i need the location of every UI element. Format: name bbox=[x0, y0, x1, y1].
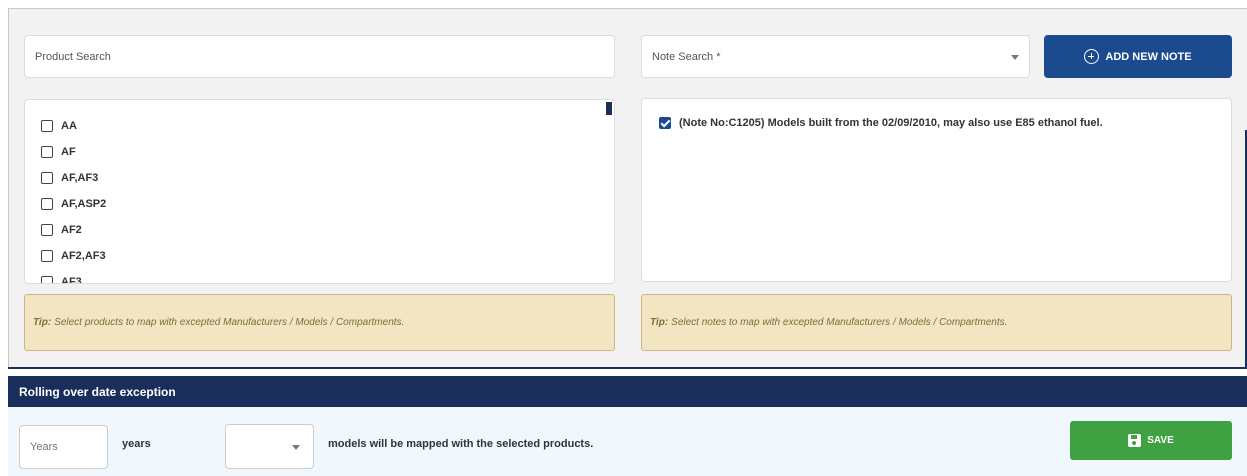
tip-text: Select products to map with excepted Man… bbox=[54, 317, 405, 328]
note-search-label: Note Search * bbox=[652, 50, 721, 63]
divider bbox=[8, 367, 1247, 369]
mapped-description: models will be mapped with the selected … bbox=[328, 438, 594, 450]
rolling-section-body bbox=[8, 407, 1247, 476]
rolling-section-header: Rolling over date exception bbox=[8, 376, 1247, 407]
checkbox[interactable] bbox=[41, 250, 53, 262]
product-label: AF2,AF3 bbox=[61, 250, 106, 262]
checkbox[interactable] bbox=[41, 120, 53, 132]
notes-list: (Note No:C1205) Models built from the 02… bbox=[641, 98, 1232, 282]
note-label: (Note No:C1205) Models built from the 02… bbox=[679, 117, 1103, 129]
tip-prefix: Tip: bbox=[650, 317, 669, 328]
years-input[interactable] bbox=[19, 425, 108, 469]
list-item[interactable]: AF,ASP2 bbox=[41, 191, 614, 217]
page: Note Search * ADD NEW NOTE AA AF AF,AF3 … bbox=[0, 0, 1247, 476]
tip-prefix: Tip: bbox=[33, 317, 52, 328]
caret-down-icon bbox=[292, 445, 300, 450]
save-label: SAVE bbox=[1147, 435, 1174, 446]
add-new-note-button[interactable]: ADD NEW NOTE bbox=[1044, 35, 1232, 78]
product-label: AF,ASP2 bbox=[61, 198, 107, 210]
model-select[interactable] bbox=[225, 424, 314, 469]
checked-checkbox[interactable] bbox=[659, 117, 671, 129]
list-item[interactable]: AF,AF3 bbox=[41, 165, 614, 191]
checkbox[interactable] bbox=[41, 276, 53, 283]
note-tip: Tip: Select notes to map with excepted M… bbox=[641, 294, 1232, 351]
scrollbar-thumb[interactable] bbox=[606, 102, 612, 115]
years-label: years bbox=[122, 438, 151, 450]
note-search-select[interactable]: Note Search * bbox=[641, 35, 1030, 78]
list-item[interactable]: AF2,AF3 bbox=[41, 243, 614, 269]
floppy-disk-icon bbox=[1128, 434, 1142, 447]
product-tip: Tip: Select products to map with excepte… bbox=[24, 294, 615, 351]
checkbox[interactable] bbox=[41, 224, 53, 236]
product-search-input[interactable] bbox=[24, 35, 615, 78]
product-label: AF2 bbox=[61, 224, 82, 236]
product-label: AF bbox=[61, 146, 76, 158]
checkbox[interactable] bbox=[41, 146, 53, 158]
product-label: AA bbox=[61, 120, 77, 132]
list-item[interactable]: AA bbox=[41, 113, 614, 139]
checkbox[interactable] bbox=[41, 198, 53, 210]
caret-down-icon bbox=[1011, 55, 1019, 60]
product-list[interactable]: AA AF AF,AF3 AF,ASP2 AF2 AF2,AF3 AF3 bbox=[24, 99, 615, 284]
list-item[interactable]: AF bbox=[41, 139, 614, 165]
note-item[interactable]: (Note No:C1205) Models built from the 02… bbox=[659, 117, 1103, 129]
rolling-section-title: Rolling over date exception bbox=[19, 384, 176, 399]
checkbox[interactable] bbox=[41, 172, 53, 184]
list-item[interactable]: AF3 bbox=[41, 269, 614, 284]
product-label: AF,AF3 bbox=[61, 172, 99, 184]
list-item[interactable]: AF2 bbox=[41, 217, 614, 243]
tip-text: Select notes to map with excepted Manufa… bbox=[671, 317, 1008, 328]
add-new-note-label: ADD NEW NOTE bbox=[1105, 50, 1192, 63]
save-button[interactable]: SAVE bbox=[1070, 421, 1232, 460]
plus-circle-icon bbox=[1084, 49, 1100, 64]
product-label: AF3 bbox=[61, 276, 82, 284]
